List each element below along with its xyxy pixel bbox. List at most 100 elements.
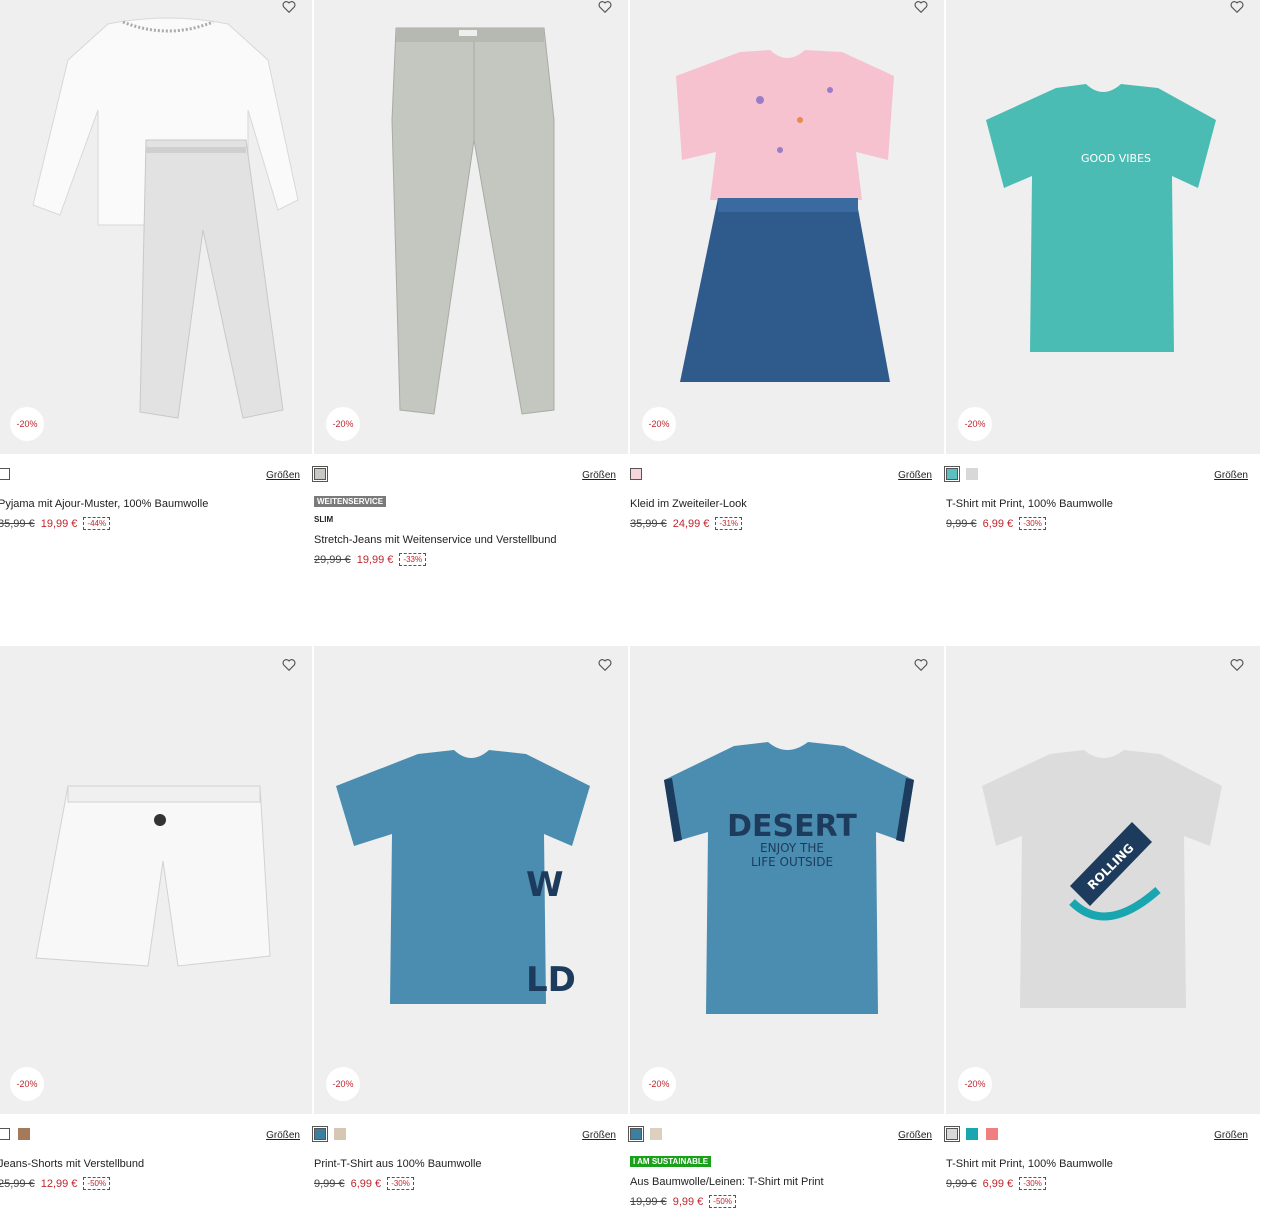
discount-tag: -33% bbox=[399, 553, 427, 566]
color-swatch[interactable] bbox=[966, 1128, 978, 1140]
product-name[interactable]: Aus Baumwolle/Leinen: T-Shirt mit Print bbox=[630, 1176, 824, 1188]
product-image[interactable]: GOOD VIBES -20% bbox=[946, 0, 1260, 454]
old-price: 35,99 € bbox=[630, 517, 667, 530]
promo-badge: -20% bbox=[10, 1067, 44, 1101]
discount-tag: -50% bbox=[83, 1177, 111, 1190]
price-row: 29,99 € 19,99 € -33% bbox=[314, 553, 427, 566]
color-swatches bbox=[944, 1126, 998, 1142]
color-swatch[interactable] bbox=[312, 1126, 328, 1142]
sizes-link[interactable]: Größen bbox=[1214, 1130, 1248, 1141]
discount-tag: -30% bbox=[1019, 517, 1046, 530]
color-swatch[interactable] bbox=[628, 1126, 644, 1142]
sizes-link[interactable]: Größen bbox=[898, 470, 932, 481]
product-name[interactable]: T-Shirt mit Print, 100% Baumwolle bbox=[946, 1158, 1113, 1170]
promo-badge: -20% bbox=[958, 1067, 992, 1101]
sale-price: 19,99 € bbox=[356, 553, 394, 566]
dress-illustration bbox=[676, 50, 894, 382]
product-image[interactable]: ROLLING -20% bbox=[946, 646, 1260, 1114]
sizes-link[interactable]: Größen bbox=[266, 1130, 300, 1141]
color-swatches bbox=[0, 468, 10, 482]
promo-badge: -20% bbox=[958, 407, 992, 441]
tee-print-text: LD bbox=[526, 960, 576, 1000]
price-row: 19,99 € 9,99 € -50% bbox=[630, 1195, 736, 1208]
product-name[interactable]: Kleid im Zweiteiler-Look bbox=[630, 498, 747, 510]
color-swatch[interactable] bbox=[0, 1128, 10, 1140]
discount-tag: -30% bbox=[1019, 1177, 1046, 1190]
color-swatch[interactable] bbox=[312, 466, 328, 482]
wishlist-heart-icon[interactable] bbox=[914, 0, 930, 16]
sizes-link[interactable]: Größen bbox=[898, 1130, 932, 1141]
color-swatches bbox=[312, 466, 328, 482]
wishlist-heart-icon[interactable] bbox=[1230, 0, 1246, 16]
color-swatches bbox=[312, 1126, 346, 1142]
tshirt-illustration: GOOD VIBES bbox=[986, 84, 1216, 352]
color-swatches bbox=[944, 466, 978, 482]
tshirt-illustration: W LD bbox=[336, 750, 590, 1004]
tshirt-illustration: ROLLING bbox=[982, 750, 1222, 1008]
sale-price: 19,99 € bbox=[40, 517, 78, 530]
color-swatches bbox=[630, 468, 642, 482]
discount-tag: -30% bbox=[387, 1177, 414, 1190]
product-name[interactable]: Stretch-Jeans mit Weitenservice und Vers… bbox=[314, 534, 557, 546]
product-image[interactable]: -20% bbox=[0, 0, 312, 454]
tee-print-text: LIFE OUTSIDE bbox=[751, 855, 833, 869]
color-swatch[interactable] bbox=[0, 468, 10, 480]
wishlist-heart-icon[interactable] bbox=[282, 658, 298, 674]
price-row: 9,99 € 6,99 € -30% bbox=[946, 1177, 1046, 1190]
shorts-illustration bbox=[35, 785, 271, 967]
old-price: 29,99 € bbox=[314, 553, 351, 566]
old-price: 25,99 € bbox=[0, 1177, 35, 1190]
sizes-link[interactable]: Größen bbox=[266, 470, 300, 481]
pyjama-illustration bbox=[32, 17, 299, 419]
sizes-link[interactable]: Größen bbox=[582, 1130, 616, 1141]
product-image[interactable]: DESERT ENJOY THE LIFE OUTSIDE -20% bbox=[630, 646, 944, 1114]
sale-price: 6,99 € bbox=[350, 1177, 382, 1190]
sizes-link[interactable]: Größen bbox=[582, 470, 616, 481]
color-swatch[interactable] bbox=[630, 468, 642, 480]
color-swatch[interactable] bbox=[334, 1128, 346, 1140]
sale-price: 9,99 € bbox=[672, 1195, 704, 1208]
wishlist-heart-icon[interactable] bbox=[598, 658, 614, 674]
product-image[interactable]: -20% bbox=[630, 0, 944, 454]
wishlist-heart-icon[interactable] bbox=[914, 658, 930, 674]
wishlist-heart-icon[interactable] bbox=[598, 0, 614, 16]
product-name[interactable]: Print-T-Shirt aus 100% Baumwolle bbox=[314, 1158, 482, 1170]
wishlist-heart-icon[interactable] bbox=[1230, 658, 1246, 674]
price-row: 35,99 € 24,99 € -31% bbox=[630, 517, 743, 530]
price-row: 25,99 € 12,99 € -50% bbox=[0, 1177, 111, 1190]
tee-print-text: W bbox=[526, 865, 564, 905]
product-image[interactable]: -20% bbox=[0, 646, 312, 1114]
tshirt-illustration: DESERT ENJOY THE LIFE OUTSIDE bbox=[664, 742, 914, 1014]
old-price: 19,99 € bbox=[630, 1195, 667, 1208]
old-price: 9,99 € bbox=[946, 517, 977, 530]
product-name[interactable]: T-Shirt mit Print, 100% Baumwolle bbox=[946, 498, 1113, 510]
product-image[interactable]: -20% bbox=[314, 0, 628, 454]
promo-badge: -20% bbox=[326, 1067, 360, 1101]
wishlist-heart-icon[interactable] bbox=[282, 0, 298, 16]
color-swatches bbox=[628, 1126, 662, 1142]
color-swatch[interactable] bbox=[944, 1126, 960, 1142]
color-swatch[interactable] bbox=[966, 468, 978, 480]
sale-price: 24,99 € bbox=[672, 517, 710, 530]
product-image[interactable]: W LD -20% bbox=[314, 646, 628, 1114]
old-price: 9,99 € bbox=[314, 1177, 345, 1190]
product-name[interactable]: Jeans-Shorts mit Verstellbund bbox=[0, 1158, 144, 1170]
fit-label: SLIM bbox=[314, 515, 334, 524]
tee-print-text: ENJOY THE bbox=[760, 841, 824, 855]
product-name[interactable]: Pyjama mit Ajour-Muster, 100% Baumwolle bbox=[0, 498, 208, 510]
color-swatch[interactable] bbox=[18, 1128, 30, 1140]
old-price: 35,99 € bbox=[0, 517, 35, 530]
promo-badge: -20% bbox=[642, 1067, 676, 1101]
old-price: 9,99 € bbox=[946, 1177, 977, 1190]
promo-badge: -20% bbox=[642, 407, 676, 441]
sizes-link[interactable]: Größen bbox=[1214, 470, 1248, 481]
price-row: 9,99 € 6,99 € -30% bbox=[314, 1177, 414, 1190]
color-swatch[interactable] bbox=[944, 466, 960, 482]
price-row: 9,99 € 6,99 € -30% bbox=[946, 517, 1046, 530]
color-swatch[interactable] bbox=[650, 1128, 662, 1140]
sale-price: 12,99 € bbox=[40, 1177, 78, 1190]
discount-tag: -44% bbox=[83, 517, 111, 530]
sustainable-badge: I AM SUSTAINABLE bbox=[630, 1156, 712, 1167]
service-badge: WEITENSERVICE bbox=[314, 496, 387, 507]
color-swatch[interactable] bbox=[986, 1128, 998, 1140]
